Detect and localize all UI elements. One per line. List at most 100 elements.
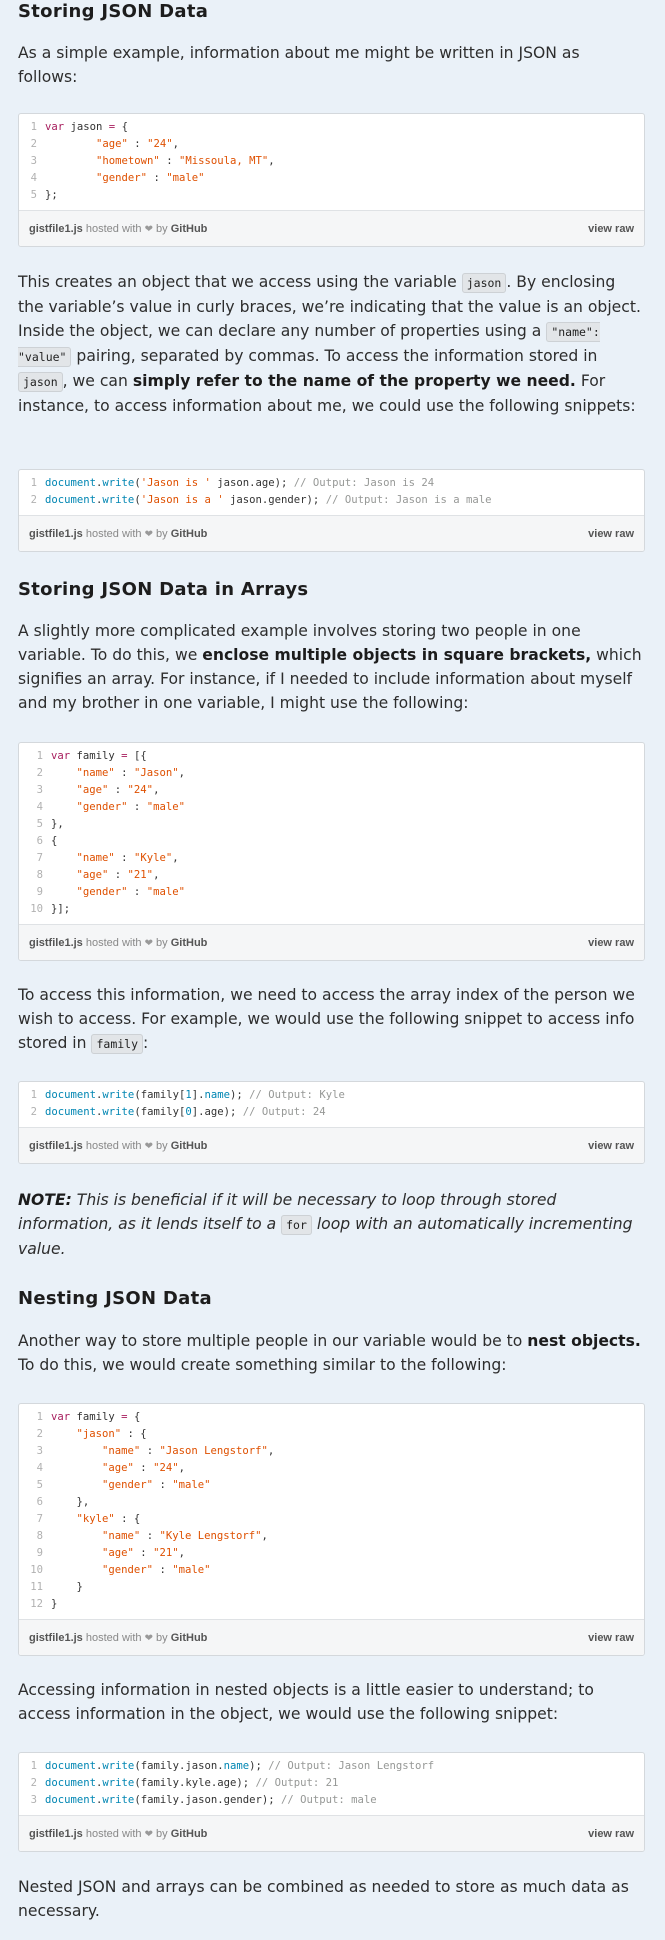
gist-filename-link[interactable]: gistfile1.js <box>29 1632 83 1644</box>
code-text: } <box>51 1598 58 1610</box>
code-line: 9 "age" : "21", <box>19 1545 644 1562</box>
code-block: 1 var family = [{2 "name" : "Jason", 3 "ag… <box>19 743 644 924</box>
code-text: "age" : "24", <box>76 784 160 796</box>
view-raw-link[interactable]: view raw <box>588 223 634 235</box>
code-text: var jason = { <box>45 121 128 133</box>
gist-filename-link[interactable]: gistfile1.js <box>29 937 83 949</box>
code-text: var family = { <box>51 1411 141 1423</box>
bold-text: enclose multiple objects in square brack… <box>202 646 592 664</box>
github-link[interactable]: GitHub <box>171 1140 208 1152</box>
paragraph: As a simple example, information about m… <box>18 44 580 86</box>
by-text: by <box>156 527 168 540</box>
paragraph: A slightly more complicated example invo… <box>18 622 642 712</box>
code-text: document.write(family.jason.gender); // … <box>45 1794 377 1806</box>
line-number: 2 <box>30 1106 37 1118</box>
view-raw-link[interactable]: view raw <box>588 1140 634 1152</box>
code-text: "gender" : "male" <box>96 172 205 184</box>
line-number: 8 <box>36 869 43 881</box>
code-text: document.write('Jason is a ' jason.gende… <box>45 494 492 506</box>
line-number: 5 <box>36 818 43 830</box>
view-raw-link[interactable]: view raw <box>588 1828 634 1840</box>
line-number: 2 <box>36 1428 43 1440</box>
code-line: 6 }, <box>19 1494 644 1511</box>
section-heading: Storing JSON Data in Arrays <box>18 579 309 600</box>
line-number: 1 <box>30 121 37 133</box>
line-number: 3 <box>36 1445 43 1457</box>
gist-filename-link[interactable]: gistfile1.js <box>29 1140 83 1152</box>
code-text: "gender" : "male" <box>102 1479 211 1491</box>
line-number: 9 <box>36 1547 43 1559</box>
code-line: 3 "hometown" : "Missoula, MT", <box>19 153 644 170</box>
paragraph: Nested JSON and arrays can be combined a… <box>18 1878 629 1920</box>
code-text: "jason" : { <box>76 1428 147 1440</box>
gist-filename-link[interactable]: gistfile1.js <box>29 1828 83 1840</box>
line-number: 7 <box>36 1513 43 1525</box>
code-text: var family = [{ <box>51 750 147 762</box>
code-text: "name" : "Jason", <box>76 767 185 779</box>
code-line: 11 } <box>19 1579 644 1596</box>
github-link[interactable]: GitHub <box>171 1632 208 1644</box>
hosted-with-text: hosted with <box>85 222 142 235</box>
gist-footer: gistfile1.js hosted with ❤ by GitHub vie… <box>19 1127 644 1163</box>
gist-footer: gistfile1.js hosted with ❤ by GitHub vie… <box>19 515 644 551</box>
inline-code: for <box>281 1215 312 1235</box>
code-line: 1 document.write(family[1].name); // Outp… <box>19 1087 644 1104</box>
inline-code: family <box>91 1034 144 1054</box>
code-text: "gender" : "male" <box>102 1564 211 1576</box>
code-line: 5}, <box>19 816 644 833</box>
line-number: 10 <box>30 903 43 915</box>
code-text: "name" : "Jason Lengstorf", <box>102 1445 275 1457</box>
line-number: 2 <box>30 138 37 150</box>
code-line: 1 document.write('Jason is ' jason.age); … <box>19 475 644 492</box>
inline-code: jason <box>18 372 63 392</box>
line-number: 2 <box>36 767 43 779</box>
gist-filename-link[interactable]: gistfile1.js <box>29 223 83 235</box>
gist-footer: gistfile1.js hosted with ❤ by GitHub vie… <box>19 1815 644 1851</box>
github-link[interactable]: GitHub <box>171 937 208 949</box>
line-number: 4 <box>30 172 37 184</box>
by-text: by <box>156 936 168 949</box>
line-number: 1 <box>30 477 37 489</box>
github-link[interactable]: GitHub <box>171 528 208 540</box>
code-text: document.write(family[0].age); // Output… <box>45 1106 326 1118</box>
gist-filename-link[interactable]: gistfile1.js <box>29 528 83 540</box>
note-paragraph: NOTE: This is beneficial if it will be n… <box>18 1191 633 1258</box>
gist-footer: gistfile1.js hosted with ❤ by GitHub vie… <box>19 1619 644 1655</box>
code-line: 5 "gender" : "male" <box>19 1477 644 1494</box>
note-label: NOTE: <box>18 1191 72 1209</box>
code-text: document.write(family.kyle.age); // Outp… <box>45 1777 339 1789</box>
code-text: }]; <box>51 903 71 915</box>
line-number: 3 <box>30 1794 37 1806</box>
code-line: 3 document.write(family.jason.gender); //… <box>19 1792 644 1809</box>
view-raw-link[interactable]: view raw <box>588 937 634 949</box>
code-line: 7 "kyle" : { <box>19 1511 644 1528</box>
code-line: 9 "gender" : "male" <box>19 884 644 901</box>
view-raw-link[interactable]: view raw <box>588 528 634 540</box>
code-line: 2 "age" : "24", <box>19 136 644 153</box>
code-gist: 1 document.write('Jason is ' jason.age); … <box>18 469 645 552</box>
line-number: 9 <box>36 886 43 898</box>
code-line: 1 document.write(family.jason.name); // O… <box>19 1758 644 1775</box>
code-text: }, <box>51 1496 90 1508</box>
hosted-with-text: hosted with <box>85 527 142 540</box>
line-number: 8 <box>36 1530 43 1542</box>
code-text: } <box>51 1581 83 1593</box>
by-text: by <box>156 1827 168 1840</box>
view-raw-link[interactable]: view raw <box>588 1632 634 1644</box>
github-link[interactable]: GitHub <box>171 223 208 235</box>
code-line: 4 "gender" : "male" <box>19 799 644 816</box>
paragraph: This creates an object that we access us… <box>18 273 641 415</box>
bold-text: simply refer to the name of the property… <box>132 372 576 390</box>
line-number: 1 <box>30 1760 37 1772</box>
hosted-with-text: hosted with <box>85 1827 142 1840</box>
code-gist: 1 var jason = { 2 "age" : "24", 3 "hometown… <box>18 113 645 247</box>
line-number: 1 <box>30 1089 37 1101</box>
hosted-with-text: hosted with <box>85 936 142 949</box>
line-number: 10 <box>30 1564 43 1576</box>
github-link[interactable]: GitHub <box>171 1828 208 1840</box>
code-text: "name" : "Kyle Lengstorf", <box>102 1530 268 1542</box>
code-line: 2 document.write(family[0].age); // Outpu… <box>19 1104 644 1121</box>
line-number: 1 <box>36 750 43 762</box>
code-text: "name" : "Kyle", <box>76 852 179 864</box>
code-line: 3 "name" : "Jason Lengstorf", <box>19 1443 644 1460</box>
